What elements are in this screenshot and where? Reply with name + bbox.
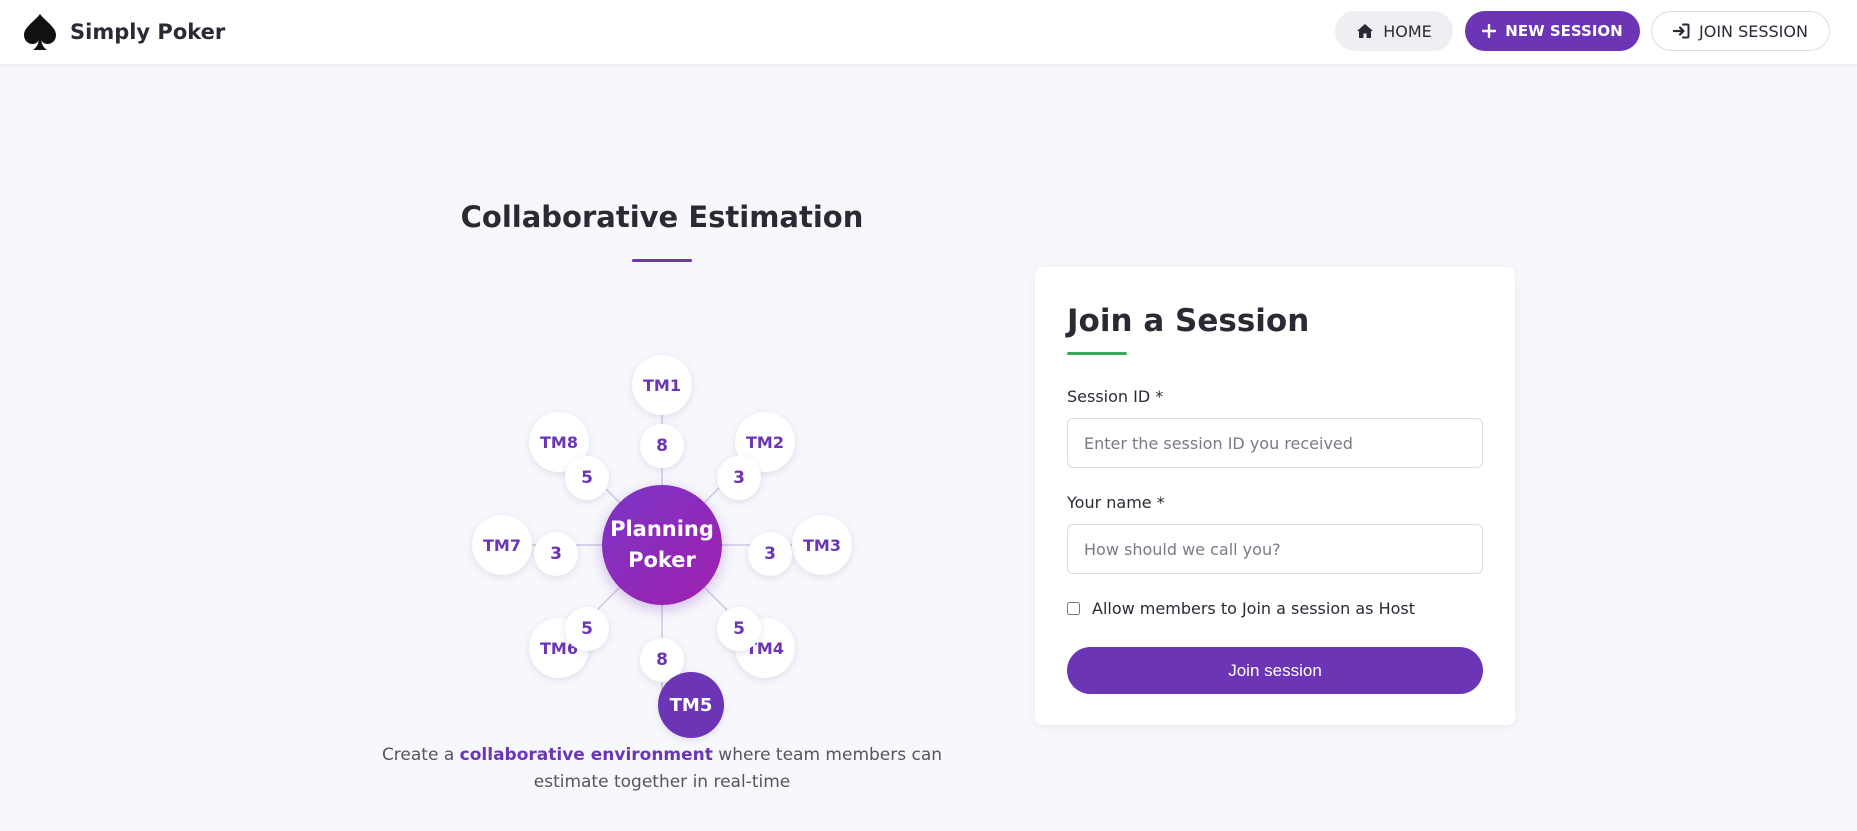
hero-title: Collaborative Estimation [460, 200, 864, 234]
hero-title-underline [632, 259, 692, 262]
card-title-underline [1067, 352, 1127, 355]
brand-link[interactable]: Simply Poker [22, 13, 225, 51]
navbar: Simply Poker HOME NEW SESSION JOIN SESSI… [0, 0, 1857, 64]
new-session-button[interactable]: NEW SESSION [1465, 11, 1640, 51]
planning-poker-center: Planning Poker [602, 485, 722, 605]
home-button-label: HOME [1383, 21, 1432, 41]
your-name-input[interactable] [1067, 524, 1483, 574]
team-member-node: TM7 [472, 515, 532, 575]
session-id-label: Session ID * [1067, 387, 1164, 406]
vote-bubble: 5 [565, 607, 609, 651]
join-session-card: Join a Session Session ID * Your name * … [1035, 267, 1515, 725]
vote-bubble: 3 [748, 532, 792, 576]
team-member-node-active: TM5 [658, 672, 724, 738]
join-session-nav-label: JOIN SESSION [1699, 21, 1808, 41]
home-icon [1356, 23, 1383, 39]
vote-bubble: 5 [717, 607, 761, 651]
your-name-label: Your name * [1067, 493, 1165, 512]
vote-bubble: 3 [534, 532, 578, 576]
new-session-button-label: NEW SESSION [1505, 22, 1623, 40]
host-checkbox-row[interactable]: Allow members to Join a session as Host [1067, 599, 1415, 618]
team-member-node: TM3 [792, 515, 852, 575]
home-button[interactable]: HOME [1335, 11, 1453, 51]
host-checkbox[interactable] [1067, 602, 1080, 615]
center-label-line1: Planning [610, 517, 714, 541]
hero-desc-accent: collaborative environment [459, 745, 713, 765]
plus-icon [1482, 24, 1505, 38]
brand-name: Simply Poker [70, 20, 226, 44]
vote-bubble: 3 [717, 456, 761, 500]
vote-bubble: 8 [640, 424, 684, 468]
spade-icon [22, 13, 58, 51]
team-member-node: TM1 [632, 355, 692, 415]
planning-poker-diagram: TM1 TM2 TM3 TM4 TM6 TM7 TM8 8 3 3 5 8 5 … [460, 350, 860, 750]
sign-in-icon [1673, 23, 1699, 39]
hero-description: Create a collaborative environment where… [380, 742, 944, 796]
hero-desc-text: Create a [381, 745, 460, 765]
join-session-submit-button[interactable]: Join session [1067, 647, 1483, 694]
vote-bubble: 5 [565, 456, 609, 500]
join-session-nav-button[interactable]: JOIN SESSION [1651, 11, 1830, 51]
host-checkbox-label: Allow members to Join a session as Host [1092, 599, 1415, 618]
center-label-line2: Poker [628, 548, 696, 572]
card-title: Join a Session [1067, 303, 1310, 339]
session-id-input[interactable] [1067, 418, 1483, 468]
